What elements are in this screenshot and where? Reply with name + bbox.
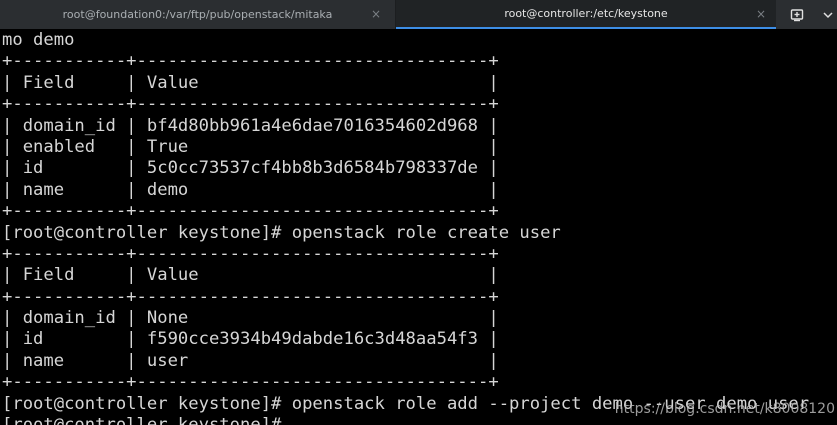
terminal-line: +-----------+---------------------------…: [2, 243, 499, 264]
new-terminal-icon: [790, 8, 804, 21]
tab-bar: root@foundation0:/var/ftp/pub/openstack/…: [0, 0, 837, 29]
terminal-line: [root@controller keystone]# openstack ro…: [2, 222, 561, 243]
tab-menu-button[interactable]: [818, 0, 837, 29]
close-icon[interactable]: ×: [371, 7, 381, 21]
terminal-output[interactable]: mo demo +-----------+--------------------…: [2, 30, 837, 425]
tab-controller[interactable]: root@controller:/etc/keystone ×: [396, 0, 776, 29]
terminal-line: +-----------+---------------------------…: [2, 286, 499, 307]
terminal-line: | Field | Value |: [2, 265, 499, 286]
terminal-line: mo demo: [2, 30, 75, 50]
terminal-line: +-----------+---------------------------…: [2, 94, 499, 115]
terminal-line: | enabled | True |: [2, 136, 499, 157]
new-terminal-button[interactable]: [776, 0, 818, 29]
terminal-line: | Field | Value |: [2, 72, 499, 93]
chevron-down-icon: [822, 11, 833, 18]
close-icon[interactable]: ×: [756, 7, 766, 21]
terminal-line: | name | demo |: [2, 179, 499, 200]
terminal-window: root@foundation0:/var/ftp/pub/openstack/…: [0, 0, 837, 425]
terminal-line: | id | 5c0cc73537cf4bb8b3d6584b798337de …: [2, 158, 499, 179]
watermark: https://blog.csdn.net/k8008120: [614, 401, 835, 417]
terminal-line: | id | f590cce3934b49dabde16c3d48aa54f3 …: [2, 329, 499, 350]
terminal-line: +-----------+---------------------------…: [2, 201, 499, 222]
terminal-line: | name | user |: [2, 350, 499, 371]
terminal-line: +-----------+---------------------------…: [2, 372, 499, 393]
tab-title: root@controller:/etc/keystone: [504, 7, 668, 20]
terminal-line: | domain_id | bf4d80bb961a4e6dae70163546…: [2, 115, 499, 136]
tab-foundation[interactable]: root@foundation0:/var/ftp/pub/openstack/…: [0, 0, 396, 29]
terminal-line: | domain_id | None |: [2, 308, 499, 329]
tab-title: root@foundation0:/var/ftp/pub/openstack/…: [62, 8, 333, 21]
terminal-line: +-----------+---------------------------…: [2, 51, 499, 72]
